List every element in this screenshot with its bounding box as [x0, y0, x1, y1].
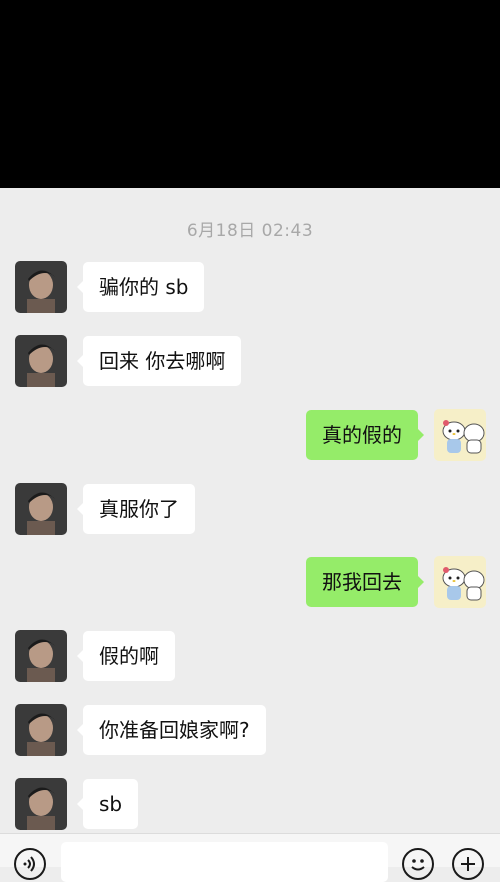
message-bubble[interactable]: 那我回去 [306, 557, 424, 607]
message-row-received: 你准备回娘家啊? [0, 704, 500, 758]
message-input[interactable] [61, 842, 388, 882]
contact-avatar[interactable] [15, 630, 67, 682]
message-bubble[interactable]: 真的假的 [306, 410, 424, 460]
contact-avatar[interactable] [15, 778, 67, 830]
message-bubble[interactable]: 回来 你去哪啊 [76, 336, 242, 386]
input-bar [0, 833, 500, 882]
message-bubble[interactable]: 假的啊 [77, 631, 175, 681]
message-bubble[interactable]: 你准备回娘家啊? [77, 705, 266, 755]
message-bubble[interactable]: 真服你了 [77, 484, 195, 534]
message-row-sent: 那我回去 [0, 556, 500, 610]
self-avatar[interactable] [434, 409, 486, 461]
message-row-received: 假的啊 [0, 630, 500, 684]
plus-icon[interactable] [452, 848, 484, 880]
voice-icon[interactable] [14, 848, 46, 880]
message-timestamp: 6月18日 02:43 [186, 221, 314, 241]
message-row-received: 真服你了 [0, 483, 500, 537]
contact-avatar[interactable] [15, 704, 67, 756]
contact-avatar[interactable] [15, 483, 67, 535]
message-bubble[interactable]: 骗你的 sb [76, 262, 205, 312]
message-row-received: 骗你的 sb [0, 261, 500, 315]
message-bubble[interactable]: sb [76, 779, 139, 829]
message-row-sent: 真的假的 [0, 409, 500, 463]
message-row-received: sb [0, 778, 500, 832]
contact-avatar[interactable] [15, 261, 67, 313]
self-avatar[interactable] [434, 556, 486, 608]
message-row-received: 回来 你去哪啊 [0, 335, 500, 389]
emoji-icon[interactable] [402, 848, 434, 880]
contact-avatar[interactable] [15, 335, 67, 387]
top-black-area [0, 0, 500, 188]
